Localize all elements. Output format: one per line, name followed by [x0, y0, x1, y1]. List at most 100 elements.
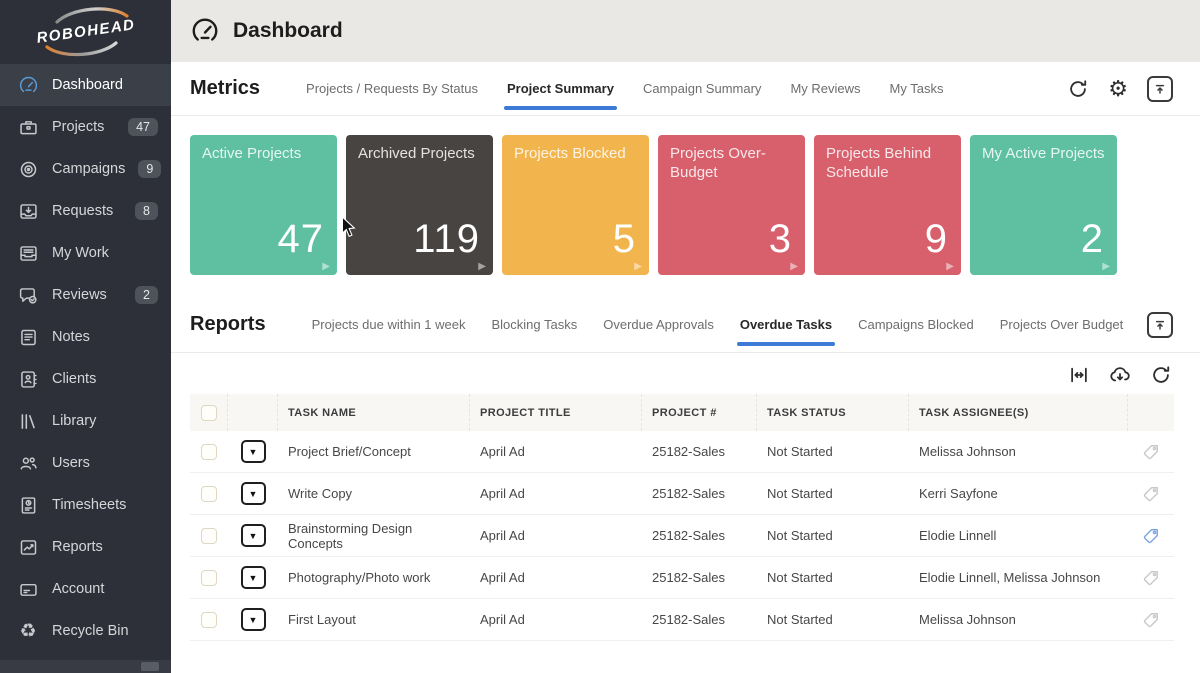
row-checkbox[interactable] [201, 612, 217, 628]
sidebar-item-requests[interactable]: Requests 8 [0, 190, 171, 232]
resize-columns-icon[interactable] [1068, 364, 1090, 386]
row-checkbox[interactable] [201, 486, 217, 502]
tag-icon-highlighted[interactable] [1141, 526, 1161, 546]
table-toolbar [171, 353, 1200, 394]
table-row: ▼ Photography/Photo work April Ad 25182-… [190, 557, 1174, 599]
card-drilldown-arrow-icon: ▶ [322, 261, 330, 272]
tab-projects-requests-by-status[interactable]: Projects / Requests By Status [306, 81, 478, 96]
sidebar-item-campaigns[interactable]: Campaigns 9 [0, 148, 171, 190]
tab-overdue-approvals[interactable]: Overdue Approvals [603, 317, 714, 332]
sidebar-item-dashboard[interactable]: Dashboard [0, 64, 171, 106]
tab-my-tasks[interactable]: My Tasks [890, 81, 944, 96]
column-header-task-assignees[interactable]: TASK ASSIGNEE(S) [909, 394, 1128, 431]
sidebar-item-reviews[interactable]: Reviews 2 [0, 274, 171, 316]
row-checkbox[interactable] [201, 528, 217, 544]
reviews-count-badge: 2 [135, 286, 158, 304]
select-all-checkbox[interactable] [201, 405, 217, 421]
tag-icon[interactable] [1141, 568, 1161, 588]
page-title: Dashboard [233, 19, 343, 43]
card-projects-behind-schedule[interactable]: Projects Behind Schedule 9 ▶ [814, 135, 961, 275]
tab-my-reviews[interactable]: My Reviews [790, 81, 860, 96]
card-active-projects[interactable]: Active Projects 47 ▶ [190, 135, 337, 275]
card-my-active-projects[interactable]: My Active Projects 2 ▶ [970, 135, 1117, 275]
gear-icon[interactable]: ⚙ [1108, 78, 1128, 100]
refresh-icon[interactable] [1150, 364, 1172, 386]
sidebar-item-library[interactable]: Library [0, 400, 171, 442]
sidebar-item-label: Reports [52, 539, 103, 555]
users-icon [17, 452, 39, 474]
card-value: 47 [278, 217, 325, 262]
caret-down-icon: ▼ [249, 489, 258, 499]
card-value: 9 [925, 217, 948, 262]
row-expand-button[interactable]: ▼ [241, 566, 266, 589]
row-checkbox[interactable] [201, 444, 217, 460]
card-projects-blocked[interactable]: Projects Blocked 5 ▶ [502, 135, 649, 275]
tag-icon[interactable] [1141, 610, 1161, 630]
row-expand-button[interactable]: ▼ [241, 524, 266, 547]
caret-down-icon: ▼ [249, 447, 258, 457]
dashboard-gauge-icon [190, 16, 220, 46]
tab-campaign-summary[interactable]: Campaign Summary [643, 81, 762, 96]
card-drilldown-arrow-icon: ▶ [1102, 261, 1110, 272]
column-header-task-name[interactable]: TASK NAME [278, 394, 470, 431]
tag-icon[interactable] [1141, 442, 1161, 462]
row-checkbox[interactable] [201, 570, 217, 586]
tab-blocking-tasks[interactable]: Blocking Tasks [492, 317, 578, 332]
caret-down-icon: ▼ [249, 615, 258, 625]
sidebar-item-label: Timesheets [52, 497, 126, 513]
cloud-download-icon[interactable] [1108, 363, 1132, 387]
card-drilldown-arrow-icon: ▶ [946, 261, 954, 272]
task-status-cell: Not Started [757, 570, 909, 585]
collapse-panel-icon[interactable] [1147, 76, 1173, 102]
card-archived-projects[interactable]: Archived Projects 119 ▶ [346, 135, 493, 275]
tab-overdue-tasks[interactable]: Overdue Tasks [740, 317, 832, 332]
card-drilldown-arrow-icon: ▶ [478, 261, 486, 272]
inbox-download-icon [17, 200, 39, 222]
task-status-cell: Not Started [757, 528, 909, 543]
card-title: My Active Projects [982, 145, 1105, 164]
sidebar-collapse-handle[interactable] [141, 662, 159, 671]
projects-count-badge: 47 [128, 118, 158, 136]
row-expand-button[interactable]: ▼ [241, 482, 266, 505]
column-header-project-number[interactable]: PROJECT # [642, 394, 757, 431]
sidebar-item-label: Clients [52, 371, 96, 387]
card-projects-over-budget[interactable]: Projects Over-Budget 3 ▶ [658, 135, 805, 275]
task-name-cell: Photography/Photo work [278, 570, 470, 585]
project-number-cell: 25182-Sales [642, 612, 757, 627]
task-name-cell: Write Copy [278, 486, 470, 501]
tab-projects-due-within-1-week[interactable]: Projects due within 1 week [312, 317, 466, 332]
reports-header: Reports Projects due within 1 week Block… [171, 297, 1200, 353]
row-expand-button[interactable]: ▼ [241, 440, 266, 463]
column-header-project-title[interactable]: PROJECT TITLE [470, 394, 642, 431]
sidebar-item-label: Campaigns [52, 161, 125, 177]
row-expand-button[interactable]: ▼ [241, 608, 266, 631]
project-number-cell: 25182-Sales [642, 528, 757, 543]
tab-projects-over-budget[interactable]: Projects Over Budget [1000, 317, 1124, 332]
sidebar-item-notes[interactable]: Notes [0, 316, 171, 358]
sidebar-item-my-work[interactable]: My Work [0, 232, 171, 274]
project-title-cell: April Ad [470, 612, 642, 627]
card-drilldown-arrow-icon: ▶ [790, 261, 798, 272]
tab-campaigns-blocked[interactable]: Campaigns Blocked [858, 317, 974, 332]
sidebar-item-recycle-bin[interactable]: ♻ Recycle Bin [0, 610, 171, 652]
sidebar-item-timesheets[interactable]: Timesheets [0, 484, 171, 526]
collapse-panel-icon[interactable] [1147, 312, 1173, 338]
project-title-cell: April Ad [470, 528, 642, 543]
project-number-cell: 25182-Sales [642, 444, 757, 459]
sidebar-item-clients[interactable]: Clients [0, 358, 171, 400]
tag-icon[interactable] [1141, 484, 1161, 504]
sidebar-item-reports[interactable]: Reports [0, 526, 171, 568]
sidebar-item-users[interactable]: Users [0, 442, 171, 484]
column-header-task-status[interactable]: TASK STATUS [757, 394, 909, 431]
credit-card-icon [17, 578, 39, 600]
main-area: Dashboard Metrics Projects / Requests By… [171, 0, 1200, 673]
tab-project-summary[interactable]: Project Summary [507, 81, 614, 96]
sidebar-item-label: Requests [52, 203, 113, 219]
caret-down-icon: ▼ [249, 573, 258, 583]
task-assignees-cell: Elodie Linnell [909, 528, 1128, 543]
sidebar-item-projects[interactable]: Projects 47 [0, 106, 171, 148]
refresh-icon[interactable] [1067, 78, 1089, 100]
task-name-cell: Project Brief/Concept [278, 444, 470, 459]
sidebar-item-account[interactable]: Account [0, 568, 171, 610]
card-value: 3 [769, 217, 792, 262]
